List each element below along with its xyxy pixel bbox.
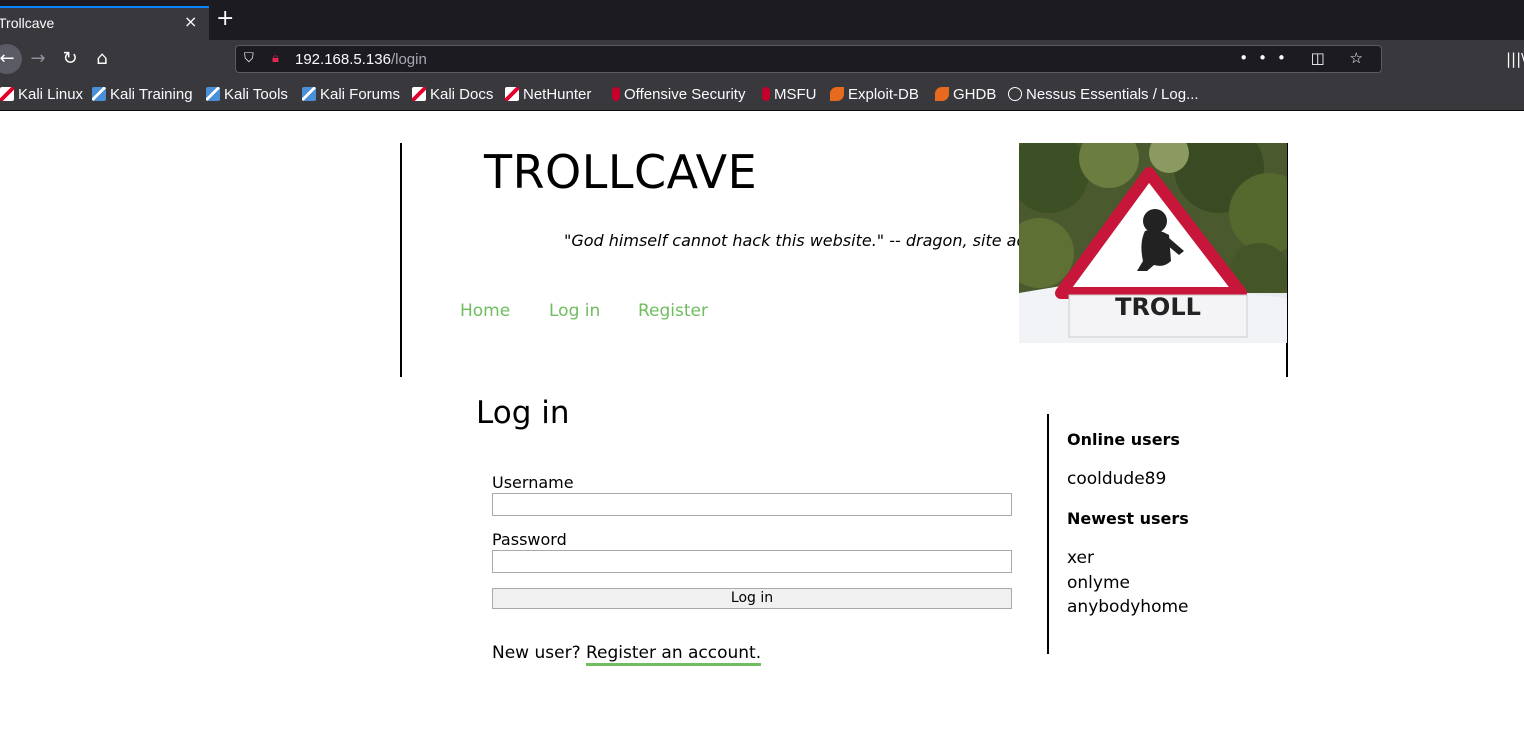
offsec-icon <box>612 87 620 101</box>
insecure-lock-icon[interactable]: 🔒︎ <box>272 51 279 66</box>
online-user: cooldude89 <box>1067 469 1167 489</box>
bookmarks-toolbar: Kali Linux Kali Training Kali Tools Kali… <box>0 78 1524 111</box>
newest-users-heading: Newest users <box>1067 509 1189 528</box>
kali-icon <box>0 87 14 101</box>
kali-training-icon <box>92 87 106 101</box>
back-arrow-icon[interactable]: ← <box>0 44 22 74</box>
newest-user: onlyme <box>1067 573 1130 593</box>
bookmark-offensive-security[interactable]: Offensive Security <box>612 86 745 103</box>
close-tab-icon[interactable]: × <box>184 12 197 31</box>
site-header: TROLLCAVE "God himself cannot hack this … <box>400 143 1288 377</box>
kali-tools-icon <box>206 87 220 101</box>
page-actions-icon[interactable]: ••• ◫ ☆ <box>1239 49 1373 67</box>
reload-icon[interactable]: ↻ <box>57 47 83 73</box>
troll-sign-image: TROLL <box>1019 143 1287 343</box>
msfu-icon <box>762 87 770 101</box>
exploitdb-icon <box>830 87 844 101</box>
new-tab-button[interactable]: + <box>216 8 234 30</box>
forward-arrow-icon[interactable]: → <box>25 47 51 73</box>
bookmark-kali-forums[interactable]: Kali Forums <box>302 86 400 103</box>
nethunter-icon <box>505 87 519 101</box>
bookmark-kali-linux[interactable]: Kali Linux <box>0 86 83 103</box>
site-title: TROLLCAVE <box>484 145 758 199</box>
navigation-toolbar: ← → ↻ ⌂ ⛉ 🔒︎ 192.168.5.136/login ••• ◫ ☆… <box>0 40 1524 78</box>
online-users-heading: Online users <box>1067 430 1180 449</box>
home-icon[interactable]: ⌂ <box>89 47 115 73</box>
bookmark-nessus[interactable]: Nessus Essentials / Log... <box>1008 86 1199 103</box>
nav-register-link[interactable]: Register <box>638 301 708 321</box>
newest-user: anybodyhome <box>1067 597 1189 617</box>
ghdb-icon <box>935 87 949 101</box>
library-icon[interactable]: |||\ <box>1506 50 1524 68</box>
login-button[interactable]: Log in <box>492 588 1012 609</box>
bookmark-exploit-db[interactable]: Exploit-DB <box>830 86 919 103</box>
shield-icon[interactable]: ⛉ <box>244 51 254 66</box>
tab-trollcave[interactable]: Trollcave × <box>0 6 209 40</box>
sidebar: Online users cooldude89 Newest users xer… <box>1047 414 1247 654</box>
kali-forums-icon <box>302 87 316 101</box>
nav-login-link[interactable]: Log in <box>549 301 600 321</box>
username-input[interactable] <box>492 493 1012 516</box>
url-host: 192.168.5.136 <box>295 51 391 68</box>
password-input[interactable] <box>492 550 1012 573</box>
bookmark-kali-tools[interactable]: Kali Tools <box>206 86 288 103</box>
tab-strip: Trollcave × + <box>0 0 1524 40</box>
globe-icon <box>1008 87 1022 101</box>
nav-home-link[interactable]: Home <box>460 301 510 321</box>
url-text[interactable]: 192.168.5.136/login <box>295 51 427 68</box>
address-bar[interactable]: ⛉ 🔒︎ 192.168.5.136/login ••• ◫ ☆ <box>235 45 1382 73</box>
page-content: TROLLCAVE "God himself cannot hack this … <box>0 111 1524 739</box>
bookmark-msfu[interactable]: MSFU <box>762 86 817 103</box>
kali-docs-icon <box>412 87 426 101</box>
new-user-text: New user? <box>492 643 581 663</box>
username-label: Username <box>492 473 574 492</box>
bookmark-ghdb[interactable]: GHDB <box>935 86 996 103</box>
bookmark-kali-training[interactable]: Kali Training <box>92 86 193 103</box>
url-path: /login <box>390 51 427 68</box>
troll-sign-text: TROLL <box>1115 293 1201 321</box>
bookmark-kali-docs[interactable]: Kali Docs <box>412 86 493 103</box>
register-account-link[interactable]: Register an account. <box>586 643 762 666</box>
login-heading: Log in <box>476 395 570 431</box>
tab-title: Trollcave <box>0 15 55 31</box>
new-user-prompt: New user? Register an account. <box>492 643 762 666</box>
newest-user: xer <box>1067 548 1094 568</box>
bookmark-nethunter[interactable]: NetHunter <box>505 86 591 103</box>
password-label: Password <box>492 530 567 549</box>
site-tagline: "God himself cannot hack this website." … <box>564 231 1057 250</box>
